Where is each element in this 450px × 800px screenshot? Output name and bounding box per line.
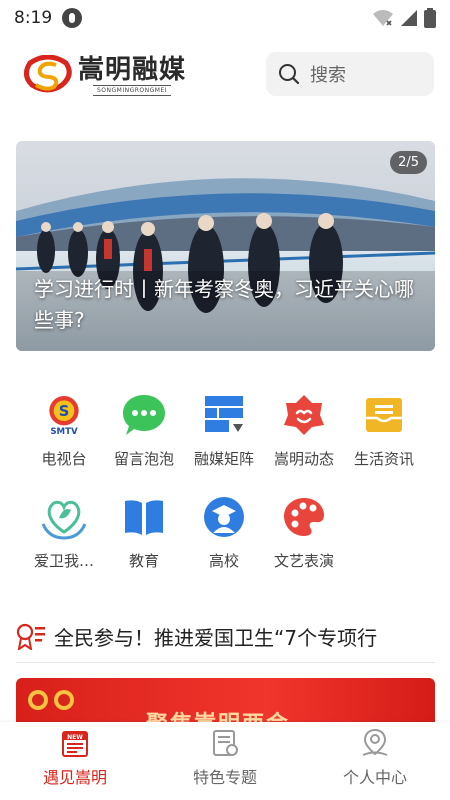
user-profile-icon xyxy=(362,728,388,756)
chat-bubble-icon xyxy=(123,395,165,435)
wifi-icon xyxy=(373,10,393,26)
nav-label: 个人中心 xyxy=(342,768,407,787)
nav-tab-home[interactable]: NEW 遇见嵩明 xyxy=(0,722,150,800)
svg-text:S: S xyxy=(59,403,70,420)
divider xyxy=(16,662,435,663)
battery-icon xyxy=(424,8,436,28)
search-placeholder: 搜索 xyxy=(310,65,346,86)
nav-label: 特色专题 xyxy=(192,768,257,787)
grid-label: 融媒矩阵 xyxy=(193,450,254,468)
app-logo[interactable]: 嵩明融媒 SONGMINGRONGMEI xyxy=(22,52,207,98)
grid-label: 文艺表演 xyxy=(273,552,334,570)
grid-item-health[interactable]: 爱卫我… xyxy=(24,494,104,596)
open-book-icon xyxy=(125,500,163,535)
nav-tab-profile[interactable]: 个人中心 xyxy=(300,722,450,800)
health-heart-icon xyxy=(41,500,87,540)
grid-item-news[interactable]: 嵩明动态 xyxy=(264,392,344,494)
grid-label: 教育 xyxy=(128,552,159,570)
feature-grid: S SMTV 电视台 留言泡泡 融媒矩阵 嵩明动态 生活资讯 爱卫我… 教育 高… xyxy=(24,392,424,596)
smtv-logo-icon: S SMTV xyxy=(49,396,79,437)
news-flower-icon xyxy=(284,395,324,435)
emblem-icon xyxy=(28,690,74,710)
search-icon xyxy=(279,64,300,85)
banner-caption[interactable]: 学习进行时丨新年考察冬奥，习近平关心哪些事? xyxy=(34,274,424,336)
svg-text:NEW: NEW xyxy=(67,734,83,741)
life-info-icon xyxy=(366,398,402,432)
grid-label: 生活资讯 xyxy=(353,450,414,468)
headline-news[interactable]: 全民参与！推进爱国卫生“7个专项行 xyxy=(16,614,436,658)
app-notification-icon xyxy=(62,8,83,28)
graduate-icon xyxy=(204,497,244,537)
logo-mark-icon xyxy=(24,55,72,93)
status-icons xyxy=(372,8,436,28)
grid-item-tv[interactable]: S SMTV 电视台 xyxy=(24,392,104,494)
grid-item-life[interactable]: 生活资讯 xyxy=(344,392,424,494)
logo-english-text: SONGMINGRONGMEI xyxy=(92,84,172,96)
logo-chinese-text: 嵩明融媒 xyxy=(78,54,187,85)
banner-page-indicator: 2/5 xyxy=(390,151,427,174)
newspaper-icon: NEW xyxy=(62,731,88,757)
grid-label: 嵩明动态 xyxy=(273,450,334,468)
matrix-grid-icon xyxy=(205,396,243,432)
ribbon-badge-icon xyxy=(16,623,45,650)
search-bar[interactable]: 搜索 xyxy=(266,52,434,96)
app-header: 嵩明融媒 SONGMINGRONGMEI 搜索 xyxy=(0,50,450,100)
nav-label: 遇见嵩明 xyxy=(42,768,107,787)
grid-item-message[interactable]: 留言泡泡 xyxy=(104,392,184,494)
topic-doc-icon xyxy=(213,730,238,756)
grid-item-education[interactable]: 教育 xyxy=(104,494,184,596)
grid-label: 电视台 xyxy=(41,450,87,468)
bottom-nav: NEW 遇见嵩明 特色专题 个人中心 xyxy=(0,722,450,800)
svg-text:SMTV: SMTV xyxy=(50,427,78,437)
grid-label: 高校 xyxy=(208,552,239,570)
news-banner-carousel[interactable]: 2/5 学习进行时丨新年考察冬奥，习近平关心哪些事? xyxy=(16,141,435,351)
headline-text: 全民参与！推进爱国卫生“7个专项行 xyxy=(54,625,378,650)
palette-icon xyxy=(284,498,324,536)
grid-label: 留言泡泡 xyxy=(113,450,174,468)
grid-item-matrix[interactable]: 融媒矩阵 xyxy=(184,392,264,494)
grid-item-arts[interactable]: 文艺表演 xyxy=(264,494,344,596)
signal-icon xyxy=(401,10,417,26)
nav-tab-topics[interactable]: 特色专题 xyxy=(150,722,300,800)
grid-item-college[interactable]: 高校 xyxy=(184,494,264,596)
status-time: 8:19 xyxy=(14,8,53,28)
status-bar: 8:19 xyxy=(0,0,450,36)
grid-label: 爱卫我… xyxy=(33,552,94,570)
